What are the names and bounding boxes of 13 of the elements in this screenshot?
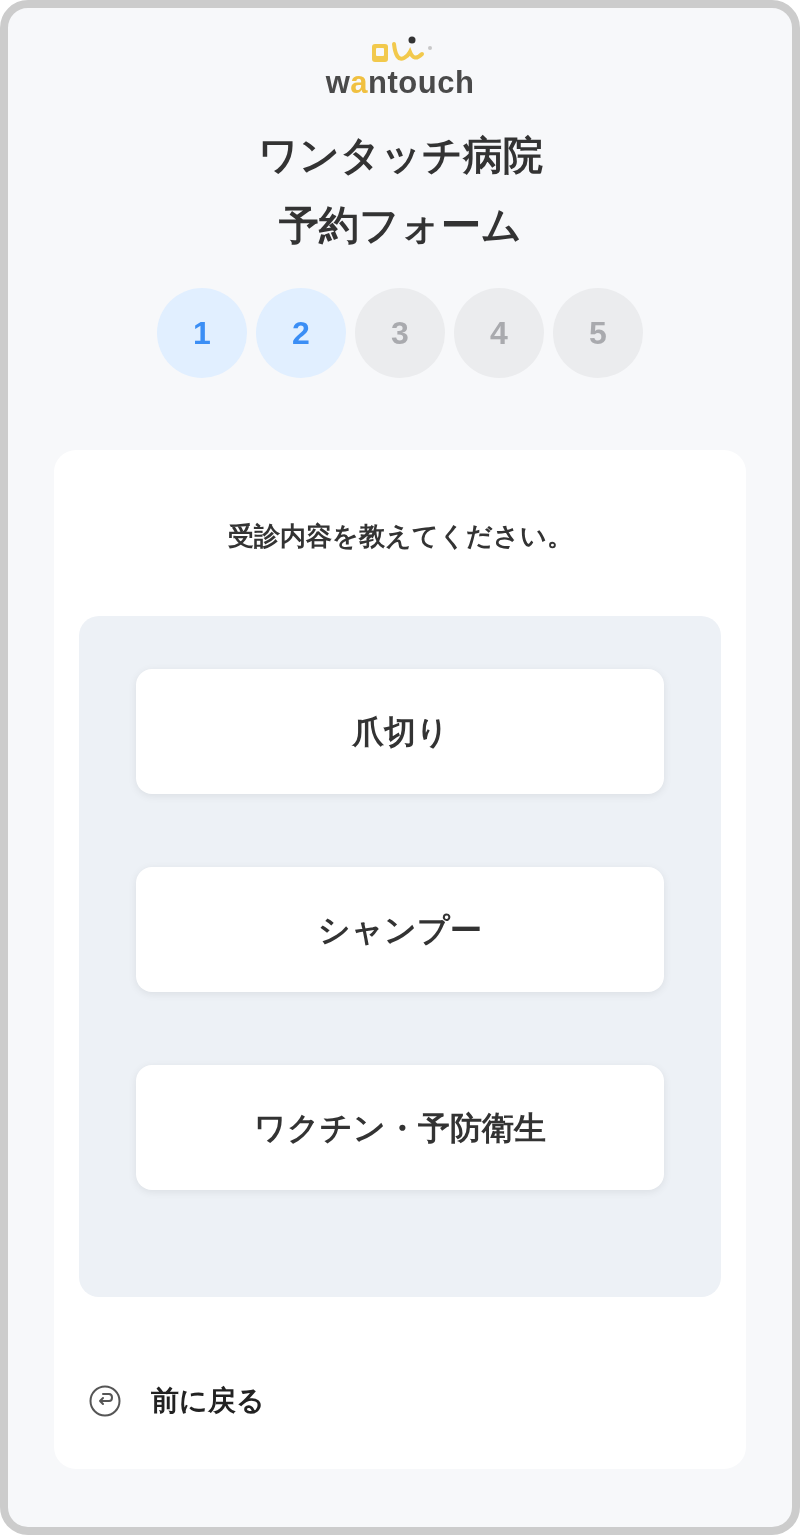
form-title: ワンタッチ病院 予約フォーム (257, 132, 543, 249)
question-text: 受診内容を教えてください。 (226, 520, 574, 553)
option-button[interactable]: シャンプー (136, 867, 664, 992)
option-button[interactable]: ワクチン・予防衛生 (136, 1065, 664, 1190)
return-icon (89, 1385, 121, 1417)
back-link[interactable]: 前に戻る (89, 1383, 265, 1419)
step-indicator: 5 (553, 288, 643, 378)
step-indicator: 1 (157, 288, 247, 378)
option-button[interactable]: 爪切り (136, 669, 664, 794)
step-indicator: 4 (454, 288, 544, 378)
step-indicator: 3 (355, 288, 445, 378)
logo-wordmark: wantouch (325, 68, 475, 98)
step-indicator: 2 (256, 288, 346, 378)
